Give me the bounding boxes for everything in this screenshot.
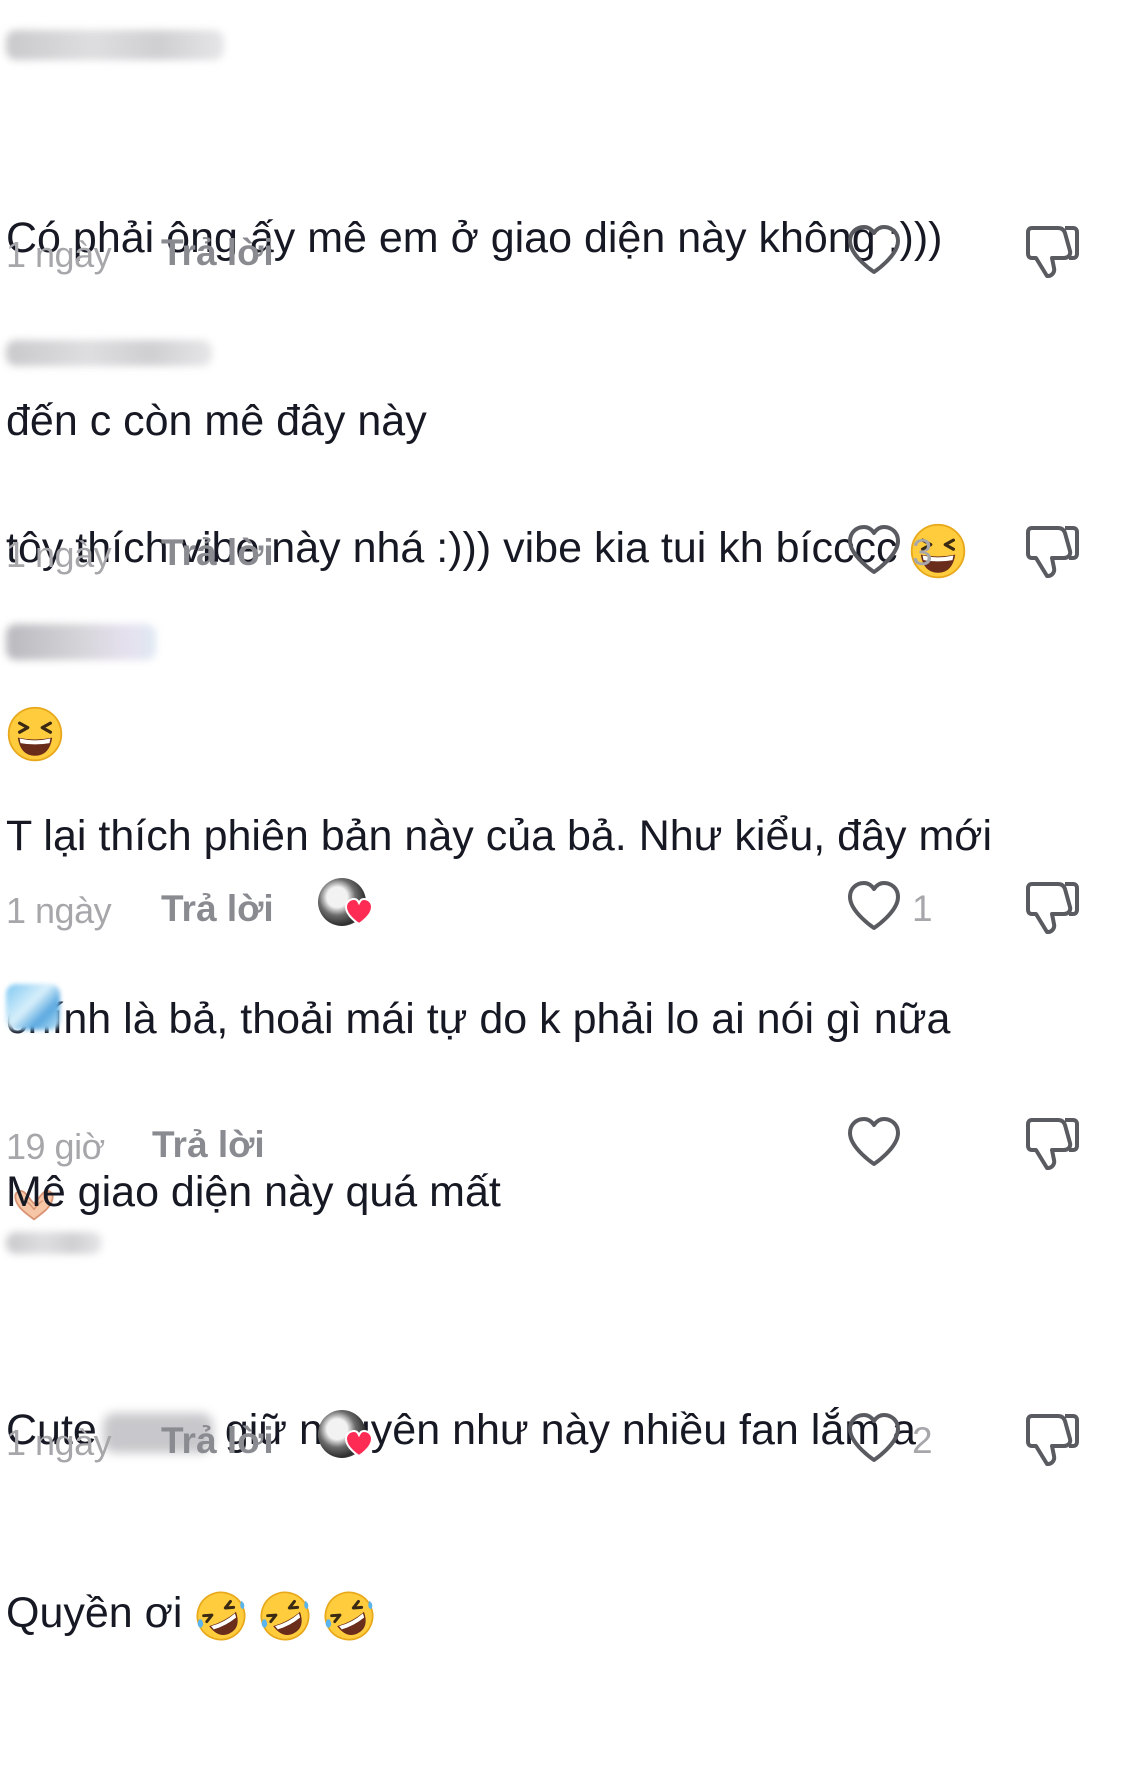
comment-time: 1 ngày (6, 890, 112, 931)
rolling-on-floor-laughing-emoji (258, 1589, 312, 1643)
rolling-on-floor-laughing-emoji (322, 1589, 376, 1643)
heart-outline-icon[interactable] (844, 1114, 904, 1170)
comment-meta: 1 ngày Trả lời (6, 226, 1116, 276)
heart-outline-icon[interactable] (844, 878, 904, 934)
thumbs-down-icon[interactable] (1018, 218, 1082, 282)
thumbs-down-icon[interactable] (1018, 874, 1082, 938)
reply-button[interactable]: Trả lời (161, 532, 274, 574)
like-count: 2 (912, 1420, 933, 1461)
creator-liked-badge (318, 1410, 376, 1462)
comment-text-line: Quyền ơi (6, 1583, 1096, 1644)
heart-outline-icon[interactable] (844, 522, 904, 578)
reply-button[interactable]: Trả lời (161, 232, 274, 274)
reply-button[interactable]: Trả lời (161, 888, 274, 930)
thumbs-down-icon[interactable] (1018, 1406, 1082, 1470)
creator-liked-badge (318, 878, 376, 930)
comment-meta: 19 giờ Trả lời (6, 1118, 1116, 1168)
like-count: 3 (912, 532, 933, 573)
comment-text-line: T lại thích phiên bản này của bả. Như ki… (6, 812, 993, 860)
red-heart-icon (344, 1430, 374, 1458)
comment-text: Cute giữ nguyên như này nhiều fan lắm a Q… (6, 1278, 1096, 1766)
comment-meta: 1 ngày Trả lời 3 (6, 526, 1116, 576)
red-heart-icon (344, 898, 374, 926)
blurred-username[interactable] (6, 30, 224, 60)
comment-time: 1 ngày (6, 1422, 112, 1463)
heart-outline-icon[interactable] (844, 222, 904, 278)
comment-text-line: Mê giao diện này quá mất (6, 1168, 501, 1216)
comment-time: 1 ngày (6, 234, 112, 275)
comment-time: 1 ngày (6, 534, 112, 575)
heart-outline-icon[interactable] (844, 1410, 904, 1466)
blurred-username[interactable] (6, 340, 212, 366)
rolling-on-floor-laughing-emoji (194, 1589, 248, 1643)
blurred-username[interactable] (6, 624, 156, 660)
like-count: 1 (912, 888, 933, 929)
comment-time: 19 giờ (6, 1126, 105, 1167)
thumbs-down-icon[interactable] (1018, 518, 1082, 582)
blurred-username[interactable] (6, 1232, 102, 1254)
reply-button[interactable]: Trả lời (152, 1124, 265, 1166)
reply-button[interactable]: Trả lời (161, 1420, 274, 1462)
comment-meta: 1 ngày Trả lời 2 (6, 1410, 1116, 1464)
thumbs-down-icon[interactable] (1018, 1110, 1082, 1174)
blurred-username[interactable] (6, 984, 60, 1030)
comment-text-span: Quyền ơi (6, 1589, 183, 1637)
comment-meta: 1 ngày Trả lời 1 (6, 878, 1116, 932)
